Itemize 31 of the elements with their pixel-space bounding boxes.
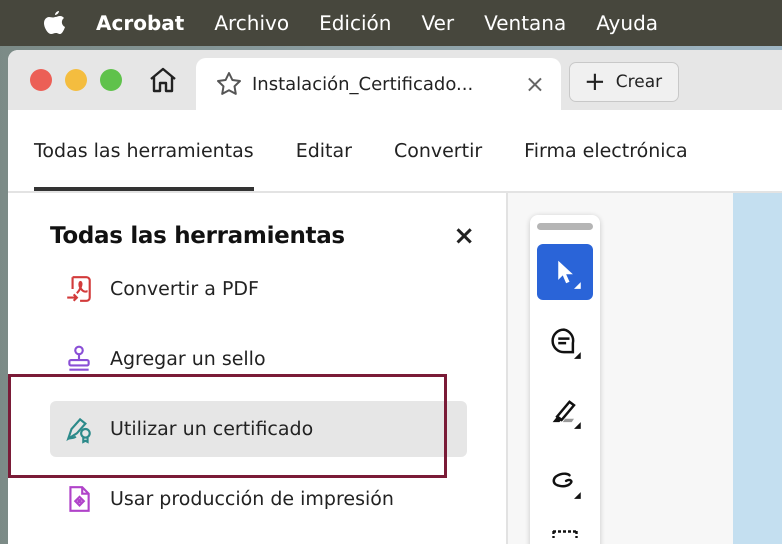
- tool-tab[interactable]: Convertir: [394, 110, 482, 191]
- close-window-button[interactable]: [30, 69, 52, 91]
- app-menu[interactable]: Acrobat: [96, 11, 184, 35]
- tool-tab[interactable]: Editar: [296, 110, 352, 191]
- selection-area-icon: [552, 530, 578, 538]
- star-icon[interactable]: [216, 71, 242, 97]
- menu-item[interactable]: Archivo: [214, 11, 290, 35]
- pdf-convert-icon: [64, 274, 94, 304]
- tool-label: Convertir a PDF: [110, 278, 259, 300]
- tool-label: Usar producción de impresión: [110, 488, 394, 510]
- menu-item[interactable]: Ventana: [484, 11, 566, 35]
- drag-handle[interactable]: [537, 223, 593, 230]
- tool-list-item[interactable]: Usar producción de impresión: [50, 471, 467, 527]
- tool-list-item[interactable]: Agregar un sello: [50, 331, 467, 387]
- apple-logo-icon[interactable]: [44, 10, 66, 36]
- close-panel-button[interactable]: ×: [453, 221, 475, 251]
- create-button[interactable]: + Crear: [569, 62, 679, 102]
- tool-tab[interactable]: Firma electrónica: [524, 110, 688, 191]
- tool-tab[interactable]: Todas las herramientas: [34, 110, 254, 191]
- tool-label: Utilizar un certificado: [110, 418, 314, 440]
- document-tab[interactable]: Instalación_Certificado... ×: [196, 58, 561, 110]
- menu-item[interactable]: Ver: [421, 11, 454, 35]
- close-tab-button[interactable]: ×: [524, 70, 545, 98]
- tool-list-item[interactable]: Utilizar un certificado: [50, 401, 467, 457]
- panel-title: Todas las herramientas: [50, 223, 345, 249]
- tool-list-item[interactable]: Convertir a PDF: [50, 261, 467, 317]
- menu-item[interactable]: Ayuda: [596, 11, 658, 35]
- tab-title: Instalación_Certificado...: [252, 74, 474, 94]
- home-icon[interactable]: [148, 66, 178, 94]
- menu-item[interactable]: Edición: [319, 11, 392, 35]
- tool-label: Agregar un sello: [110, 348, 266, 370]
